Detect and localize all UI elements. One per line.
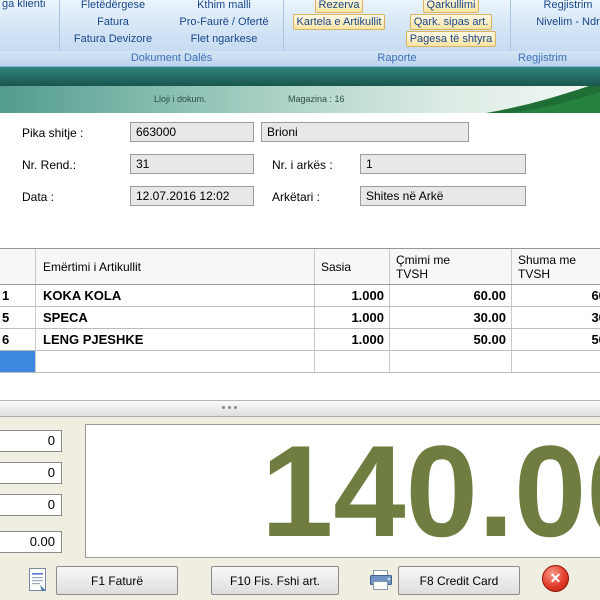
ribbon-column-raporte-1: Rezerva Kartela e Artikullit [287,0,391,30]
caption-raporte: Raporte [284,51,510,66]
ribbon-item-pagesa-nga-klienti[interactable]: ga klienti [2,0,45,11]
horizontal-splitter[interactable] [0,400,600,417]
ribbon-column-dokument-2: Kthim malli Pro-Faurë / Ofertë Flet ngar… [167,0,281,47]
total-field-4[interactable]: 0.00 [0,531,62,553]
header-id [0,249,36,284]
total-field-2[interactable]: 0 [0,462,62,484]
ribbon-column-raporte-2: Qarkullimi Qark. sipas art. Pagesa të sh… [395,0,507,47]
nr-arkes-field[interactable]: 1 [360,154,526,174]
warehouse-label: Magazina : 16 [288,94,345,104]
pos-window: ga klienti Fletëdërgese Fatura Fatura De… [0,0,600,600]
header-emertimi: Emërtimi i Artikullit [36,249,315,284]
items-table: Emërtimi i Artikullit Sasia Çmimi me TVS… [0,248,600,373]
ribbon-item-qark-sipas-art[interactable]: Qark. sipas art. [410,14,493,30]
table-header-row: Emërtimi i Artikullit Sasia Çmimi me TVS… [0,249,600,285]
data-field[interactable]: 12.07.2016 12:02 [130,186,254,206]
f10-fshi-art-button[interactable]: F10 Fis. Fshi art. [211,566,339,595]
table-row-selected-empty[interactable] [0,351,600,373]
header-cmimi: Çmimi me TVSH [390,249,512,284]
pika-shitje-label: Pika shitje : [22,126,83,140]
ribbon-column-regjistrim: Regjistrim Nivelim - Ndr [513,0,600,30]
printer-icon[interactable] [368,569,394,591]
doc-type-label: Lloji i dokum. [154,94,207,104]
caption-dokument-dales: Dokument Dalës [60,51,283,66]
ribbon-item-flet-ngarkese[interactable]: Flet ngarkese [187,31,262,47]
nr-rend-label: Nr. Rend.: [22,158,76,172]
grand-total-display: 140.00 [85,424,600,558]
close-icon[interactable]: ✕ [542,565,569,592]
ribbon-item-fatura[interactable]: Fatura [93,14,133,30]
f8-credit-card-button[interactable]: F8 Credit Card [398,566,520,595]
ribbon-item-pagesa-te-shtyra[interactable]: Pagesa të shtyra [406,31,497,47]
data-label: Data : [22,190,54,204]
ribbon-item-nivelim-ndr[interactable]: Nivelim - Ndr [532,14,600,30]
logo-swoosh [456,86,600,113]
f1-fature-button[interactable]: F1 Faturë [56,566,178,595]
ribbon-column-dokument-1: Fletëdërgese Fatura Fatura Devizore [62,0,164,47]
totals-panel: 0 0 0 0.00 140.00 F1 Faturë F10 Fis. Fsh… [0,417,600,600]
ribbon-item-rezerva[interactable]: Rezerva [315,0,364,13]
panel-title-bar [0,67,600,86]
table-row[interactable]: 5 SPECA 1.000 30.00 30.00 [0,307,600,329]
pika-shitje-code-field[interactable]: 663000 [130,122,254,142]
pika-shitje-name-field[interactable]: Brioni [261,122,469,142]
arketari-label: Arkëtari : [272,190,320,204]
total-field-1[interactable]: 0 [0,430,62,452]
ribbon-caption-band: Dokument Dalës Raporte Regjistrim [0,51,600,67]
caption-regjistrim: Regjistrim [512,51,600,66]
splitter-grip-icon [222,406,237,409]
document-icon[interactable] [26,567,48,593]
ribbon-item-fatura-devizore[interactable]: Fatura Devizore [70,31,156,47]
table-row[interactable]: 6 LENG PJESHKE 1.000 50.00 50.00 [0,329,600,351]
nr-arkes-label: Nr. i arkës : [272,158,333,172]
grand-total-value: 140.00 [261,425,600,557]
info-band: Lloji i dokum. Magazina : 16 [0,86,600,113]
ribbon-item-kthim-malli[interactable]: Kthim malli [193,0,255,13]
header-shuma: Shuma me TVSH [512,249,600,284]
selected-row-cell [0,351,36,372]
arketari-field[interactable]: Shites në Arkë [360,186,526,206]
nr-rend-field[interactable]: 31 [130,154,254,174]
table-row[interactable]: 1 KOKA KOLA 1.000 60.00 60.00 [0,285,600,307]
ribbon-item-fletedergese[interactable]: Fletëdërgese [77,0,149,13]
ribbon-item-qarkullimi[interactable]: Qarkullimi [423,0,480,13]
ribbon-item-kartela-e-artikullit[interactable]: Kartela e Artikullit [293,14,386,30]
ribbon-item-regjistrim[interactable]: Regjistrim [540,0,597,13]
total-field-3[interactable]: 0 [0,494,62,516]
header-sasia: Sasia [315,249,390,284]
ribbon-item-pro-faure-oferte[interactable]: Pro-Faurë / Ofertë [175,14,272,30]
